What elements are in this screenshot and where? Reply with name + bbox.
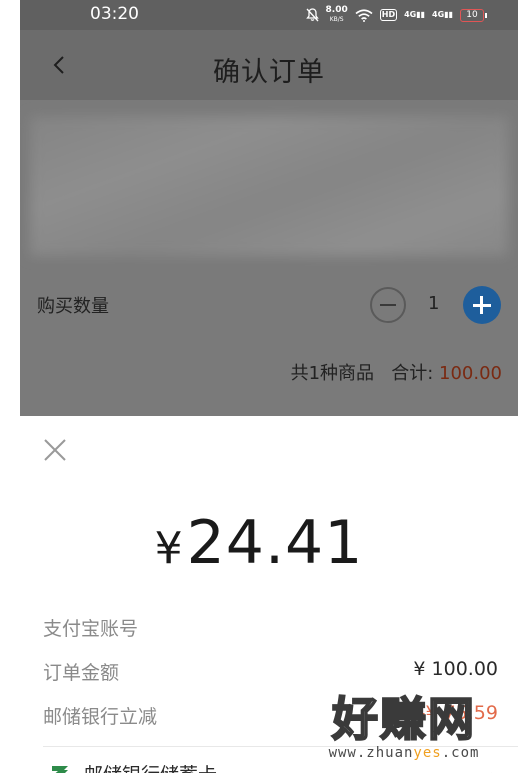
order-amount-label: 订单金额 bbox=[43, 662, 120, 684]
status-time: 03:20 bbox=[90, 4, 139, 24]
order-summary: 共1种商品 合计: 100.00 bbox=[291, 359, 502, 385]
page: 03:20 8.00 KB/S HD 4G▮▮ 4G▮▮ 10 确认订单 购买数… bbox=[0, 0, 518, 773]
payment-amount: ¥24.41 bbox=[0, 508, 518, 578]
total-amount: 100.00 bbox=[439, 363, 502, 384]
wifi-icon bbox=[355, 8, 373, 22]
postal-bank-icon bbox=[52, 766, 68, 773]
status-icons: 8.00 KB/S HD 4G▮▮ 4G▮▮ 10 bbox=[305, 6, 487, 24]
watermark-url: www.zhuanyes.com bbox=[309, 745, 499, 761]
battery-icon: 10 bbox=[460, 8, 487, 22]
order-confirm-screen: 03:20 8.00 KB/S HD 4G▮▮ 4G▮▮ 10 确认订单 购买数… bbox=[20, 0, 518, 416]
status-bar: 03:20 8.00 KB/S HD 4G▮▮ 4G▮▮ 10 bbox=[20, 0, 518, 30]
battery-level: 10 bbox=[466, 9, 478, 20]
total-label: 合计: bbox=[391, 363, 434, 384]
quantity-value: 1 bbox=[428, 293, 440, 314]
network-speed-value: 8.00 bbox=[325, 5, 348, 15]
page-header: 确认订单 bbox=[20, 30, 518, 100]
bell-muted-icon bbox=[305, 8, 319, 22]
signal-icon-1: 4G▮▮ bbox=[404, 10, 426, 19]
close-icon[interactable] bbox=[42, 437, 68, 463]
signal-icon-2: 4G▮▮ bbox=[432, 10, 453, 19]
watermark-url-prefix: www.zhuan bbox=[328, 745, 414, 761]
chevron-right-icon[interactable]: › bbox=[490, 766, 496, 773]
watermark-url-highlight: yes bbox=[413, 745, 442, 761]
watermark-title: 好赚网 bbox=[331, 691, 476, 747]
quantity-decrease-button[interactable] bbox=[370, 287, 406, 323]
watermark: 好赚网 www.zhuanyes.com bbox=[309, 691, 499, 764]
hd-badge: HD bbox=[379, 9, 398, 21]
watermark-url-suffix: .com bbox=[441, 745, 480, 761]
order-amount-value: ¥ 100.00 bbox=[413, 658, 498, 680]
page-title: 确认订单 bbox=[213, 57, 325, 88]
bank-discount-label: 邮储银行立减 bbox=[43, 706, 158, 728]
signal-label-2: 4G bbox=[432, 10, 445, 19]
payment-sheet: ¥24.41 支付宝账号 订单金额 ¥ 100.00 邮储银行立减 -¥ 75.… bbox=[0, 416, 518, 773]
item-count: 共1种商品 bbox=[290, 363, 375, 384]
payment-method-name[interactable]: 邮储银行储蓄卡 bbox=[84, 760, 217, 773]
signal-label-1: 4G bbox=[404, 10, 417, 19]
product-info-blurred bbox=[30, 116, 508, 256]
network-speed: 8.00 KB/S bbox=[326, 6, 348, 24]
network-speed-unit: KB/S bbox=[329, 16, 344, 23]
quantity-increase-button[interactable] bbox=[463, 286, 501, 324]
quantity-label: 购买数量 bbox=[37, 296, 109, 317]
currency-symbol: ¥ bbox=[154, 523, 184, 574]
payment-amount-value: 24.41 bbox=[186, 508, 364, 578]
alipay-account-label: 支付宝账号 bbox=[43, 618, 139, 640]
